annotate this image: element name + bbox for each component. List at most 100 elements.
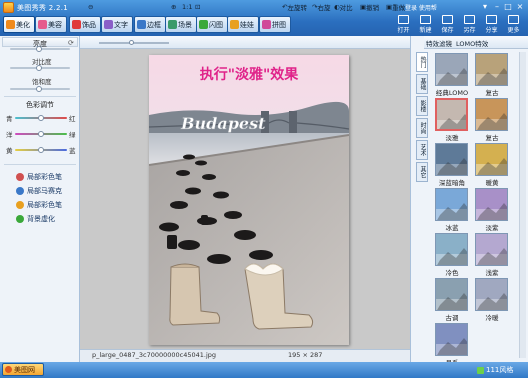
color-pen-icon (16, 173, 24, 181)
tab-label: 美化 (16, 20, 30, 29)
zoom-in-icon[interactable]: ⊕ (171, 1, 176, 12)
effect-category-tab[interactable]: 艺术 (416, 140, 428, 160)
save-button[interactable]: 保存 (438, 15, 457, 35)
budapest-photo: Budapest 执行"淡雅"效果 (149, 55, 349, 345)
breadcrumb-separator: > (447, 38, 453, 46)
share-button[interactable]: 分享 (482, 15, 501, 35)
filter-thumbnail[interactable] (435, 323, 468, 356)
filter-label: 冷暖 (485, 314, 499, 322)
more-icon (508, 15, 519, 24)
zoom-slider[interactable] (99, 42, 169, 44)
tool-label: 打开 (397, 27, 410, 34)
tool-mosaic[interactable]: 局部马赛克 (16, 185, 62, 197)
maximize-button[interactable]: □ (503, 2, 513, 11)
share-icon (486, 15, 497, 24)
open-button[interactable]: 打开 (394, 15, 413, 35)
filter-thumbnail[interactable] (435, 233, 468, 266)
tool-color-pen[interactable]: 局部彩色笔 (16, 171, 62, 183)
fit-icon[interactable]: ⊡ (195, 1, 200, 12)
close-button[interactable]: × (515, 2, 525, 11)
new-button[interactable]: 新建 (416, 15, 435, 35)
tool-blur[interactable]: 背景虚化 (16, 213, 55, 225)
filter-label: 深蓝暗角 (439, 179, 465, 187)
doll-icon (230, 20, 239, 29)
tab-flash[interactable]: 闪图 (196, 16, 228, 33)
rotate-left-button[interactable]: ↶ 左旋转 (282, 1, 307, 12)
login-link[interactable]: 登录 使用帮 (405, 3, 437, 12)
style-label: 111风格 (486, 366, 514, 374)
divider (4, 96, 76, 97)
effects-scrollbar[interactable] (519, 52, 526, 358)
tool-label: 新建 (419, 27, 432, 34)
photo-watermark: Budapest (180, 114, 266, 133)
tab-border[interactable]: 边框 (134, 16, 166, 33)
photo-canvas[interactable]: Budapest 执行"淡雅"效果 (149, 55, 349, 345)
zoom-actual-button[interactable]: 1:1 (182, 1, 192, 12)
image-size: 195 × 287 (288, 351, 323, 359)
tab-label: 美容 (48, 20, 62, 29)
filter-label: 浅紫 (485, 269, 499, 277)
tab-label: 娃娃 (240, 20, 254, 29)
filter-thumbnail[interactable] (435, 143, 468, 176)
tab-beautify[interactable]: 美化 (3, 16, 35, 33)
minimize-button[interactable]: – (492, 2, 502, 11)
color-slider-knob[interactable] (38, 147, 44, 153)
tool-label: 保存 (441, 27, 454, 34)
filter-thumbnail[interactable] (475, 143, 508, 176)
filter-thumbnail[interactable] (435, 278, 468, 311)
filter-thumbnail[interactable] (475, 188, 508, 221)
filter-thumbnail[interactable] (475, 53, 508, 86)
rotate-left-label: 左旋转 (287, 3, 307, 12)
refresh-icon[interactable]: ⟳ (68, 39, 74, 47)
contrast-slider-knob[interactable] (36, 65, 42, 71)
more-button[interactable]: 更多 (504, 15, 523, 35)
meitu-home-button[interactable]: 美图网 (2, 363, 44, 376)
tool-color-brush[interactable]: 局部彩色笔 (16, 199, 62, 211)
rotate-right-button[interactable]: ↷ 右旋 (312, 1, 330, 12)
redo-button[interactable]: ▣ 重做 (386, 1, 405, 12)
save-as-button[interactable]: 另存 (460, 15, 479, 35)
open-icon (398, 15, 409, 24)
color-slider-knob[interactable] (38, 115, 44, 121)
saturation-label: 饱和度 (32, 78, 52, 86)
color-slider-knob[interactable] (38, 131, 44, 137)
tab-cosmetic[interactable]: 美容 (35, 16, 67, 33)
tool-label: 局部马赛克 (27, 187, 62, 195)
style-indicator[interactable]: 111风格 (477, 365, 513, 375)
scene-icon (168, 20, 177, 29)
filter-thumbnail[interactable] (475, 233, 508, 266)
undo-label: 撤销 (366, 3, 380, 12)
filter-thumbnail[interactable] (475, 98, 508, 131)
photo-caption: 执行"淡雅"效果 (200, 66, 300, 83)
home-icon (5, 366, 12, 373)
skin-icon[interactable]: ▾ (480, 2, 490, 11)
filter-thumbnail[interactable] (435, 188, 468, 221)
effect-category-tab[interactable]: 影楼 (416, 96, 428, 116)
effect-category-tab[interactable]: 热门 (416, 52, 428, 72)
tab-puzzle[interactable]: 拼图 (259, 16, 291, 33)
compare-button[interactable]: ◐ 对比 (334, 1, 353, 12)
zoom-out-icon[interactable]: ⊖ (88, 1, 93, 12)
effect-category-tab[interactable]: 基础 (416, 74, 428, 94)
filter-thumbnail[interactable] (435, 98, 468, 131)
filter-thumbnail[interactable] (475, 278, 508, 311)
tab-scene[interactable]: 场景 (165, 16, 197, 33)
filter-thumbnail[interactable] (435, 53, 468, 86)
tab-doll[interactable]: 娃娃 (227, 16, 259, 33)
tab-text[interactable]: 文字 (101, 16, 133, 33)
undo-button[interactable]: ▣ 撤销 (360, 1, 379, 12)
divider (4, 164, 76, 165)
home-label: 美图网 (14, 365, 35, 374)
effect-category-tab[interactable]: 时尚 (416, 118, 428, 138)
color-section-title: 色彩调节 (26, 101, 54, 109)
effect-category-tab[interactable]: 其它 (416, 162, 428, 182)
file-name: p_large_0487_3c70000000c45041.jpg (92, 351, 217, 359)
tool-label: 局部彩色笔 (27, 173, 62, 181)
saturation-slider-knob[interactable] (36, 86, 42, 92)
color-left-label: 黄 (6, 147, 13, 155)
brightness-slider-knob[interactable] (36, 46, 42, 52)
color-right-label: 绿 (69, 131, 76, 139)
mosaic-icon (16, 187, 24, 195)
tab-accessory[interactable]: 饰品 (69, 16, 101, 33)
zoom-slider-knob[interactable] (129, 40, 134, 45)
